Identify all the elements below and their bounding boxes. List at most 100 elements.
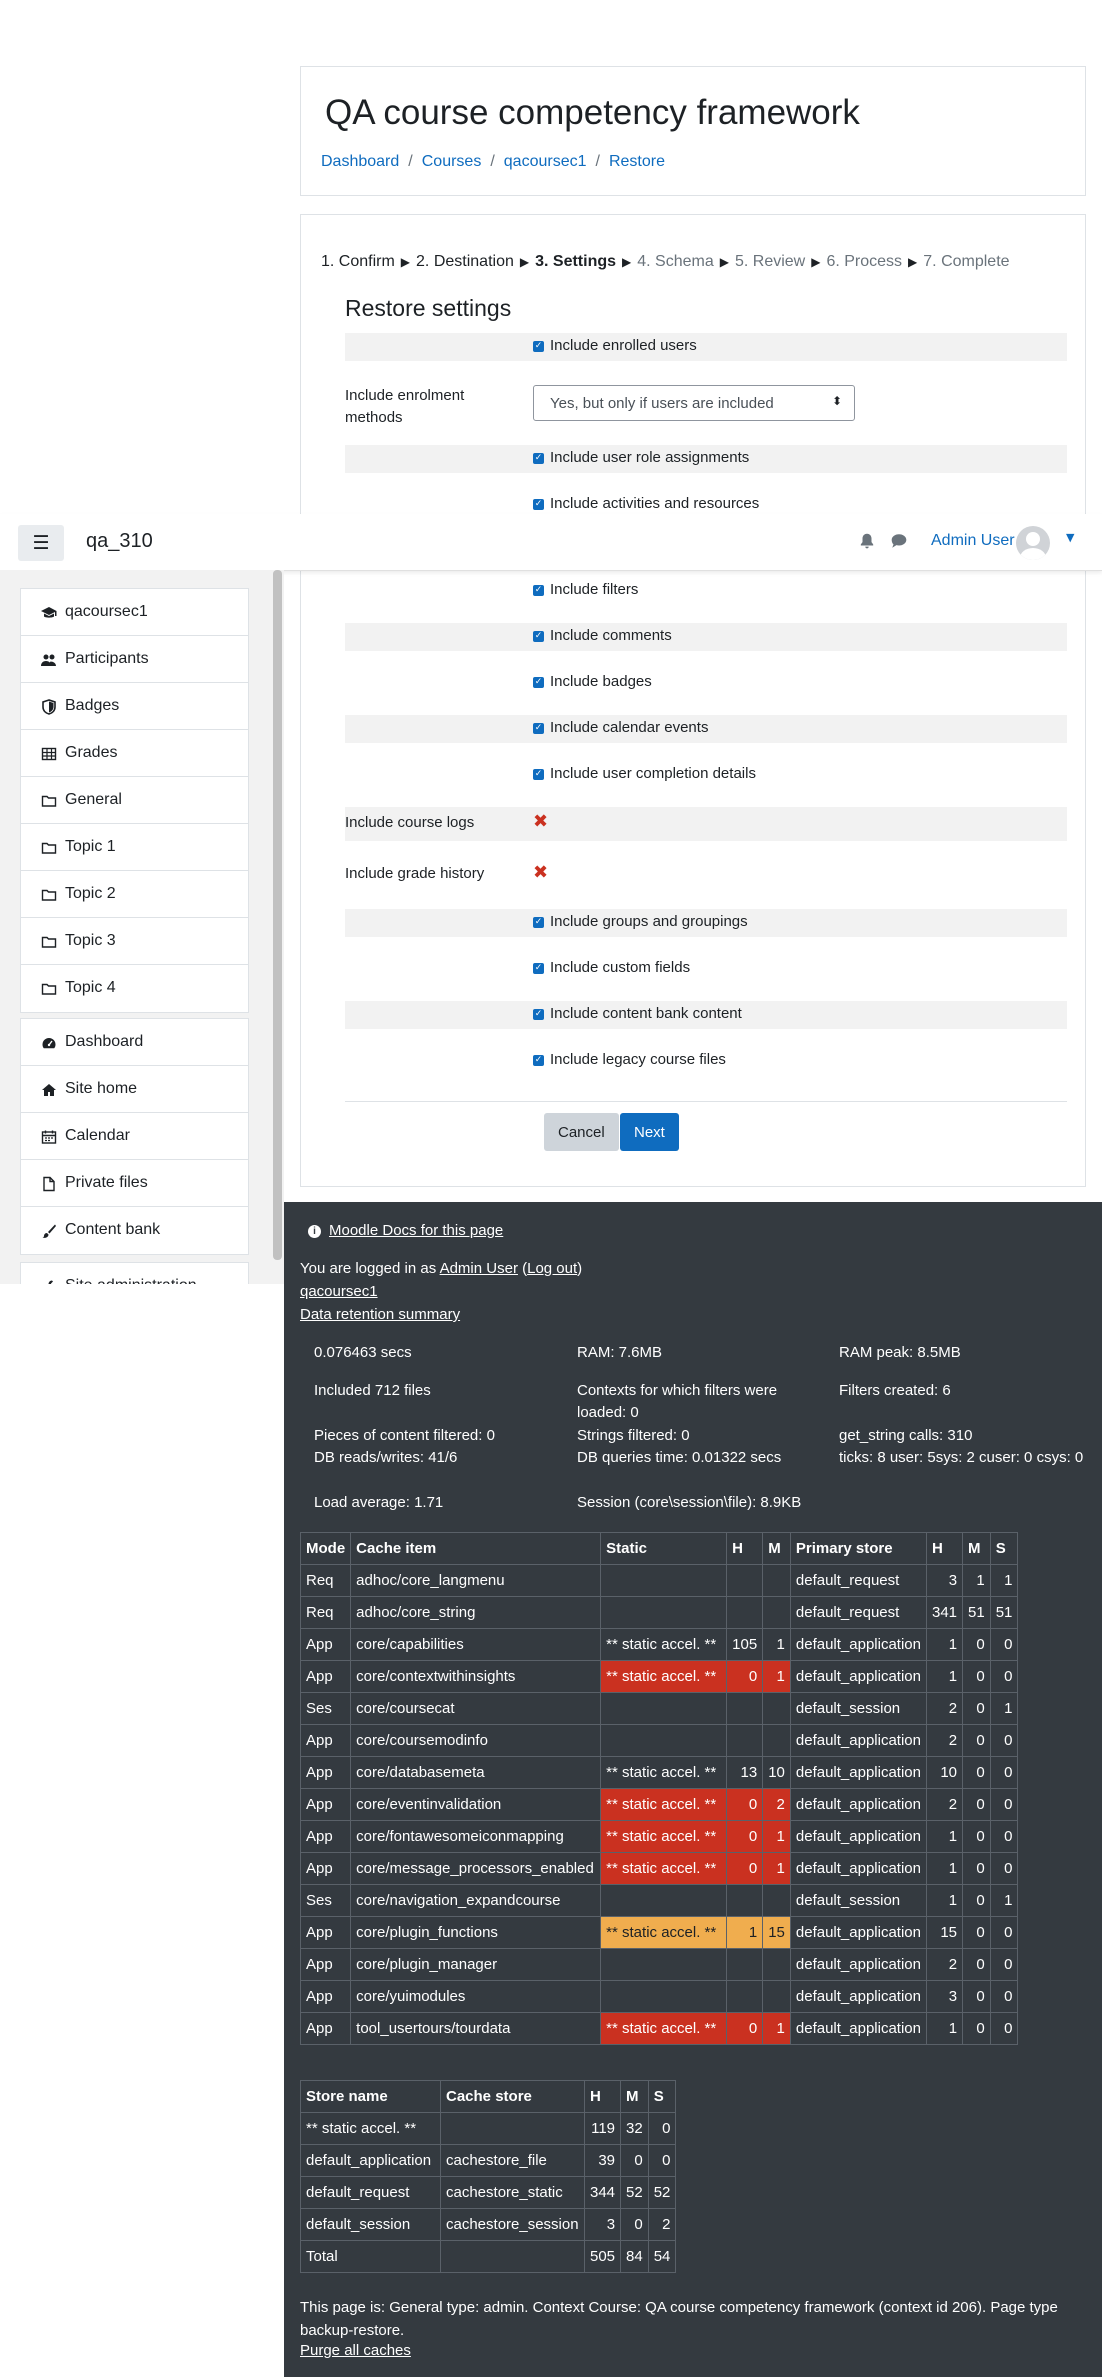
cache-cell-sm: 1 — [762, 1820, 791, 1853]
setting-checkbox[interactable]: ✓ Include groups and groupings — [533, 913, 748, 930]
cache-cell-store: default_application — [789, 1756, 928, 1789]
setting-checkbox[interactable]: ✓ Include comments — [533, 627, 672, 644]
setting-checkbox[interactable]: ✓ Include enrolled users — [533, 337, 697, 354]
nav-item-private-files[interactable]: Private files — [21, 1160, 248, 1207]
cache-cell-sh: 0 — [726, 1660, 764, 1693]
breadcrumb-item[interactable]: Restore — [609, 153, 665, 170]
nav-item-topic-1[interactable]: Topic 1 — [21, 824, 248, 871]
breadcrumb-item[interactable]: qacoursec1 — [504, 153, 587, 170]
setting-checkbox[interactable]: ✓ Include user role assignments — [533, 449, 749, 466]
breadcrumb-item[interactable]: Dashboard — [321, 153, 399, 170]
table-row: App core/message_processors_enabled ** sta… — [299, 1852, 1019, 1885]
next-button[interactable]: Next — [620, 1113, 679, 1151]
store-cell: 0 — [647, 2144, 677, 2177]
moodle-docs-link[interactable]: Moodle Docs for this page — [329, 1222, 503, 1239]
checkbox-checked-icon[interactable]: ✓ — [533, 1008, 544, 1020]
footer-course-link[interactable]: qacoursec1 — [300, 1283, 378, 1300]
cache-cell-static — [600, 1724, 728, 1757]
cache-cell-s: 0 — [989, 1820, 1019, 1853]
folder-icon — [41, 983, 57, 995]
logged-in-info: You are logged in as Admin User (Log out… — [300, 1260, 583, 1277]
nav-item-site-home[interactable]: Site home — [21, 1066, 248, 1113]
nav-item-topic-3[interactable]: Topic 3 — [21, 918, 248, 965]
setting-checkbox[interactable]: ✓ Include calendar events — [533, 719, 708, 736]
cache-cell-sh — [726, 1724, 764, 1757]
nav-item-qacoursec1[interactable]: qacoursec1 — [21, 589, 248, 636]
checkbox-checked-icon[interactable]: ✓ — [533, 498, 544, 510]
logout-link[interactable]: Log out — [527, 1260, 577, 1277]
cache-cell-m: 0 — [962, 1916, 991, 1949]
cache-cell-mode: App — [299, 2012, 352, 2045]
nav-item-calendar[interactable]: Calendar — [21, 1113, 248, 1160]
cache-cell-static: ** static accel. ** — [600, 2012, 728, 2045]
checkbox-checked-icon[interactable]: ✓ — [533, 584, 544, 596]
nav-item-site-administration[interactable]: Site administration — [21, 1263, 248, 1284]
dashboard-icon — [42, 1038, 56, 1049]
breadcrumb-item[interactable]: Courses — [422, 153, 482, 170]
setting-checkbox[interactable]: ✓ Include content bank content — [533, 1005, 742, 1022]
setting-checkbox[interactable]: ✓ Include custom fields — [533, 959, 690, 976]
cache-cell-s: 0 — [989, 1724, 1019, 1757]
bell-icon[interactable] — [858, 532, 876, 550]
checkbox-checked-icon[interactable]: ✓ — [533, 676, 544, 688]
checkbox-checked-icon[interactable]: ✓ — [533, 768, 544, 780]
store-cell: 505 — [583, 2240, 622, 2273]
setting-checkbox[interactable]: ✓ Include activities and resources — [533, 495, 759, 512]
nav-item-grades[interactable]: Grades — [21, 730, 248, 777]
user-menu-name[interactable]: Admin User — [931, 532, 1015, 550]
setting-label: Include course logs — [345, 814, 475, 831]
logged-in-user-link[interactable]: Admin User — [440, 1260, 518, 1277]
cache-cell-m: 0 — [962, 1756, 991, 1789]
nav-item-participants[interactable]: Participants — [21, 636, 248, 683]
avatar[interactable] — [1016, 526, 1050, 560]
checkbox-checked-icon[interactable]: ✓ — [533, 1054, 544, 1066]
setting-checkbox[interactable]: ✓ Include user completion details — [533, 765, 756, 782]
table-row: default_request cachestore_static 344 52 52 — [300, 2176, 677, 2209]
checkbox-checked-icon[interactable]: ✓ — [533, 452, 544, 464]
nav-item-topic-4[interactable]: Topic 4 — [21, 965, 248, 1012]
perf-content-filtered: Pieces of content filtered: 0 — [314, 1427, 495, 1444]
cache-cell-h: 1 — [925, 2012, 964, 2045]
setting-checkbox-label: Include calendar events — [550, 719, 709, 736]
cache-cell-s: 0 — [989, 1948, 1019, 1981]
drawer-scrollbar[interactable] — [273, 570, 282, 1260]
setting-checkbox-label: Include legacy course files — [550, 1051, 726, 1068]
checkbox-checked-icon[interactable]: ✓ — [533, 722, 544, 734]
message-icon[interactable] — [890, 532, 908, 550]
step-arrow-icon: ▶ — [400, 255, 411, 269]
nav-item-label: Dashboard — [65, 1033, 144, 1050]
setting-value: ✖ — [533, 862, 548, 883]
checkbox-checked-icon[interactable]: ✓ — [533, 916, 544, 928]
chevron-down-icon[interactable]: ▼ — [1066, 531, 1074, 544]
cache-cell-sh — [726, 1596, 764, 1629]
setting-checkbox[interactable]: ✓ Include badges — [533, 673, 652, 690]
data-retention-link[interactable]: Data retention summary — [300, 1306, 460, 1323]
cache-cell-mode: App — [299, 1756, 352, 1789]
nav-item-badges[interactable]: Badges — [21, 683, 248, 730]
drawer-toggle-button[interactable]: ☰ — [18, 525, 64, 561]
cancel-button[interactable]: Cancel — [544, 1113, 619, 1151]
checkbox-checked-icon[interactable]: ✓ — [533, 962, 544, 974]
nav-item-topic-2[interactable]: Topic 2 — [21, 871, 248, 918]
cache-cell-store: default_session — [789, 1884, 928, 1917]
checkbox-checked-icon[interactable]: ✓ — [533, 340, 544, 352]
setting-row: ✓ Include comments — [345, 623, 1067, 651]
cache-cell-item: core/yuimodules — [350, 1980, 602, 2013]
nav-item-content-bank[interactable]: Content bank — [21, 1207, 248, 1254]
enrolment-methods-select[interactable]: Yes, but only if users are included ⬍ — [533, 385, 855, 421]
cache-cell-sh: 0 — [726, 1852, 764, 1885]
breadcrumb-separator: / — [490, 153, 495, 170]
setting-checkbox[interactable]: ✓ Include legacy course files — [533, 1051, 726, 1068]
nav-item-general[interactable]: General — [21, 777, 248, 824]
site-name[interactable]: qa_310 — [86, 530, 153, 553]
folder-icon — [41, 936, 57, 948]
cache-cell-sh — [726, 1692, 764, 1725]
page-title: QA course competency framework — [325, 93, 860, 132]
checkbox-checked-icon[interactable]: ✓ — [533, 630, 544, 642]
setting-checkbox-label: Include badges — [550, 673, 652, 690]
folder-icon — [41, 889, 57, 901]
nav-item-dashboard[interactable]: Dashboard — [21, 1019, 248, 1066]
setting-checkbox[interactable]: ✓ Include filters — [533, 581, 638, 598]
purge-caches-link[interactable]: Purge all caches — [300, 2342, 411, 2359]
page-info: This page is: General type: admin. Conte… — [300, 2299, 1058, 2339]
